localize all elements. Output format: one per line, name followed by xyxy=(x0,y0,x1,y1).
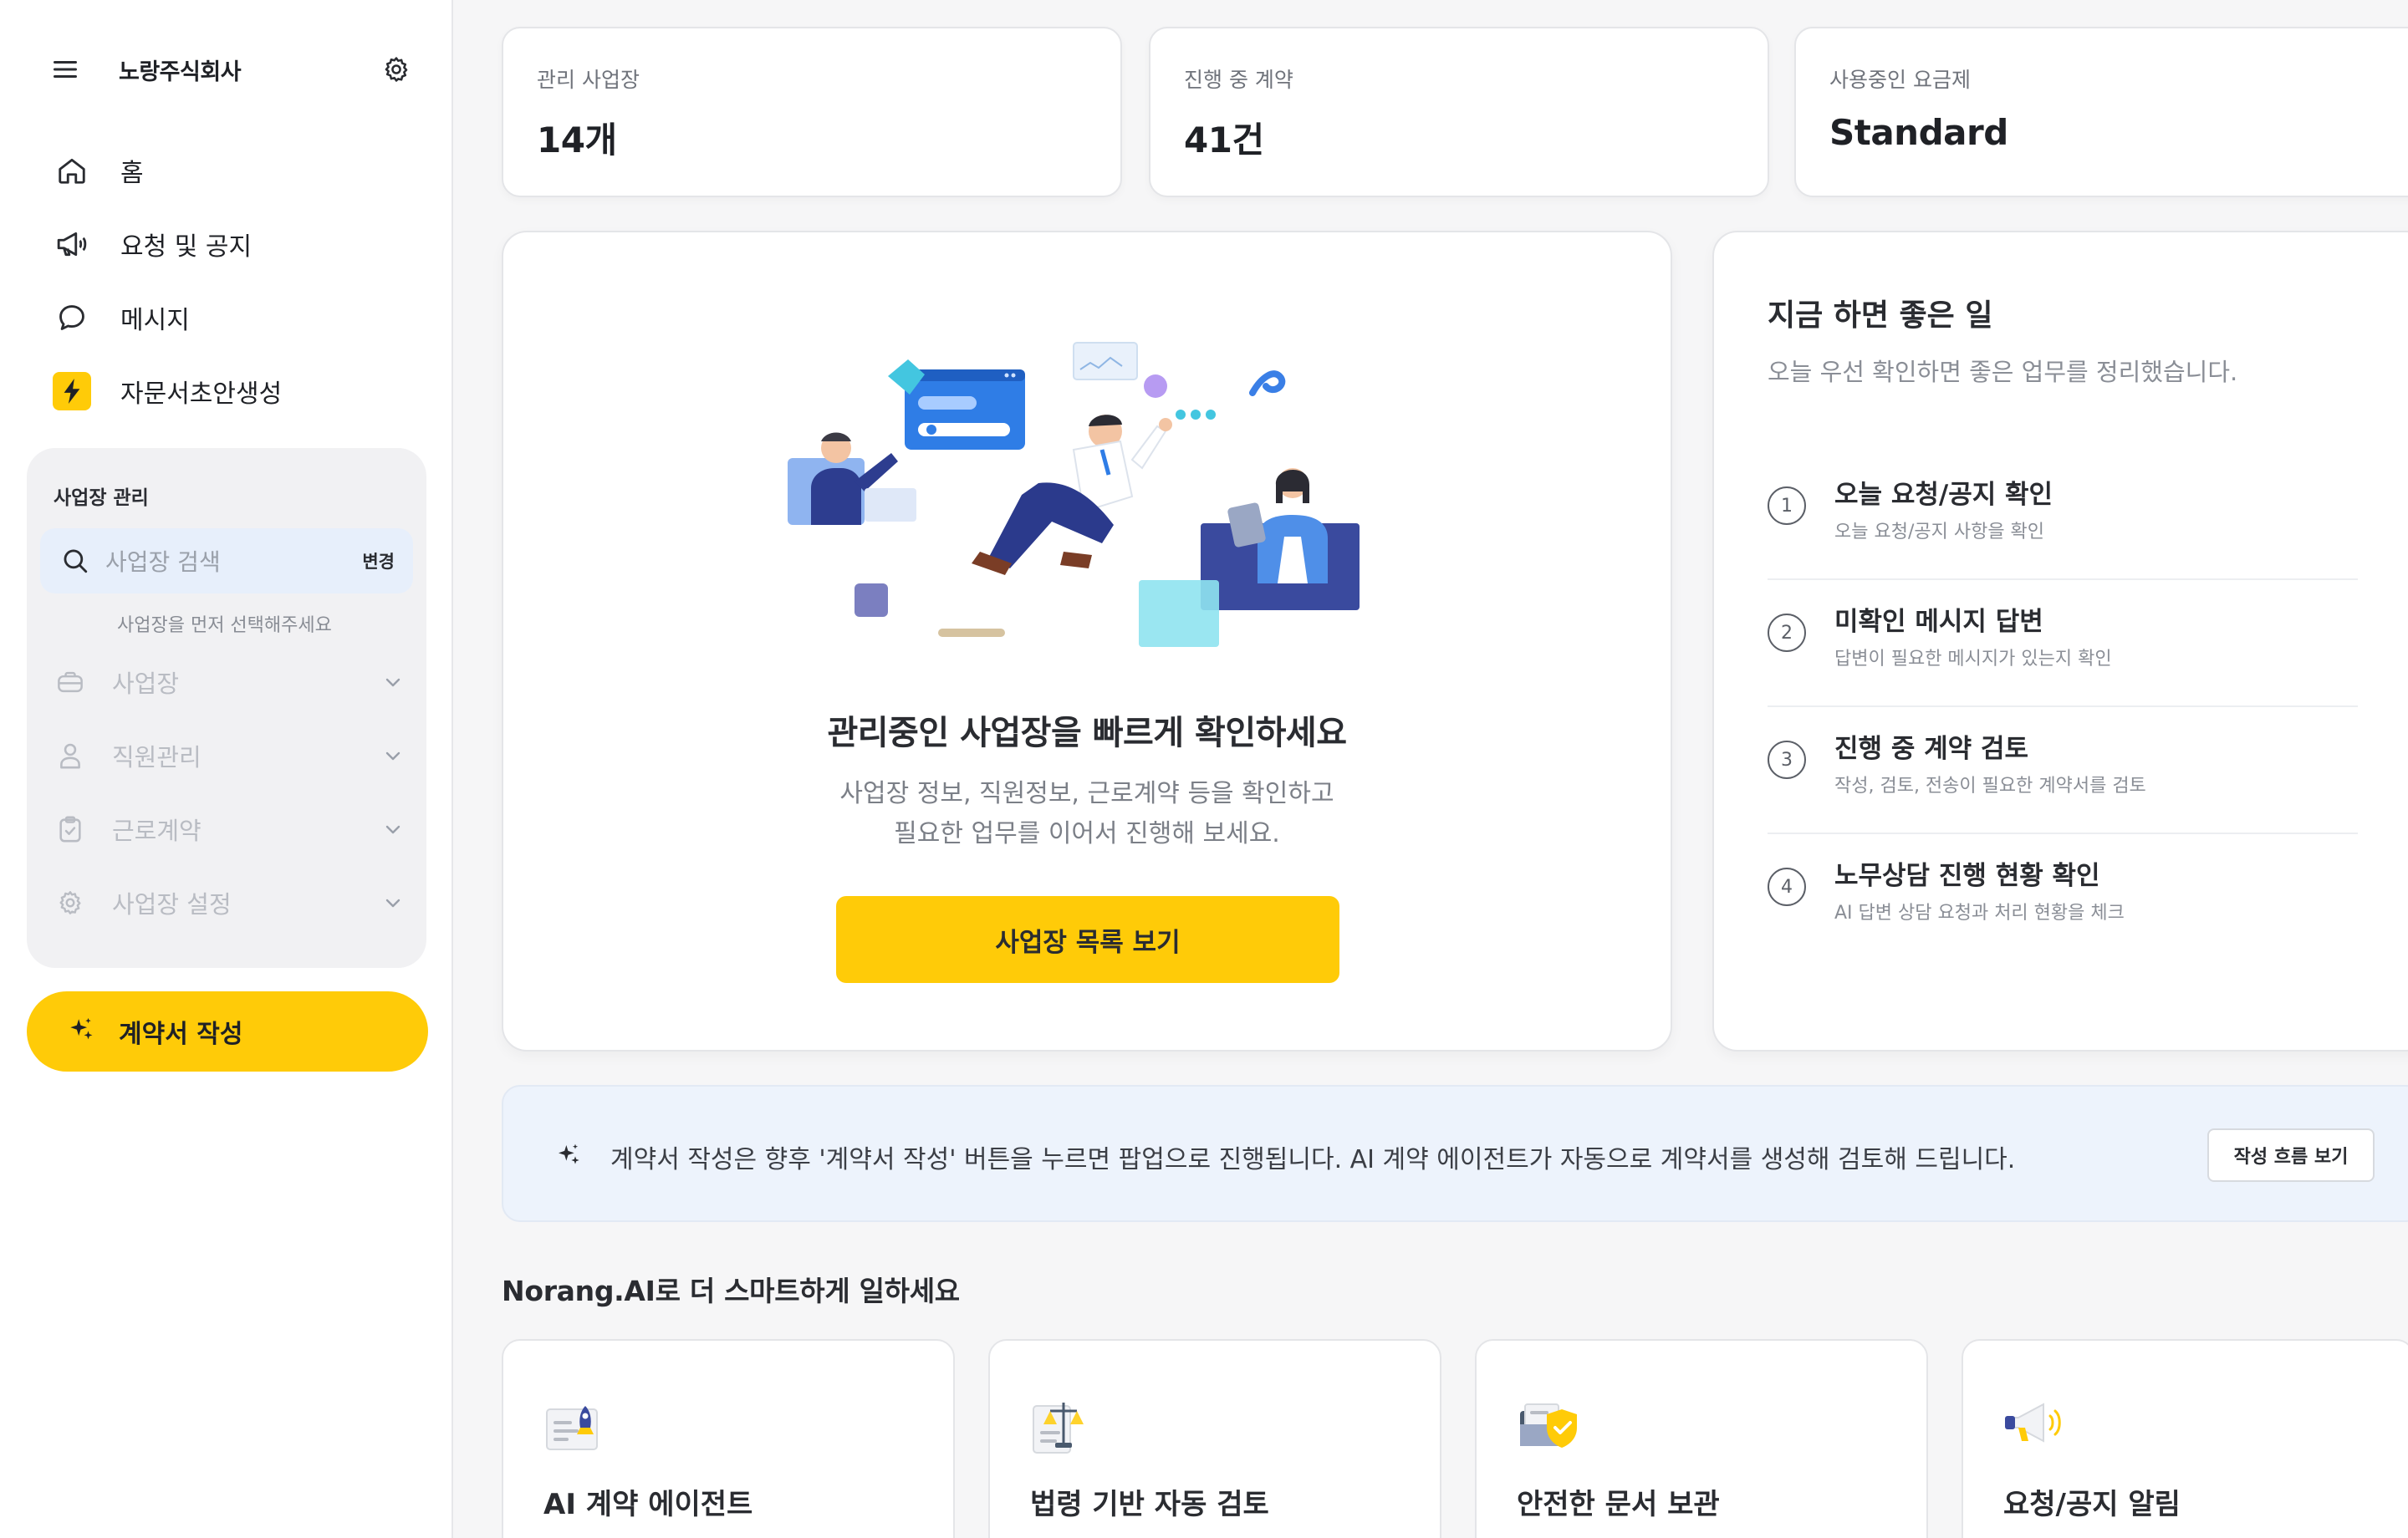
hero-subtitle: 사업장 정보, 직원정보, 근로계약 등을 확인하고 필요한 업무를 이어서 진… xyxy=(503,774,1671,854)
sparkle-icon xyxy=(67,1016,95,1047)
feature-title: AI 계약 에이전트 xyxy=(543,1488,753,1521)
sparkle-icon xyxy=(552,1138,585,1172)
view-writing-flow-button[interactable]: 작성 흐름 보기 xyxy=(2207,1128,2375,1182)
workspace-search-input[interactable]: 사업장 검색 xyxy=(105,544,221,578)
workspace-item-label: 직원관리 xyxy=(112,743,202,772)
todo-item[interactable]: 2 미확인 메시지 답변 답변이 필요한 메시지가 있는지 확인 xyxy=(1768,580,2358,707)
todo-item-title: 노무상담 진행 현황 확인 xyxy=(1834,861,2100,891)
nav-label: 요청 및 공지 xyxy=(120,232,253,262)
stat-card-plan: 사용중인 요금제 Standard xyxy=(1794,27,2408,197)
hamburger-menu-icon[interactable] xyxy=(52,56,79,83)
todo-item-desc: 답변이 필요한 메시지가 있는지 확인 xyxy=(1834,649,2112,670)
settings-gear-icon[interactable] xyxy=(381,54,411,84)
workspace-item-contracts[interactable]: 근로계약 xyxy=(54,804,405,854)
megaphone-icon xyxy=(2005,1403,2061,1443)
nav-label: 홈 xyxy=(120,159,144,188)
todo-number-badge: 1 xyxy=(1768,486,1806,525)
workspace-management-panel: 사업장 관리 사업장 검색 변경 사업장을 먼저 선택해주세요 사업장 직원관리 xyxy=(27,448,426,968)
chevron-down-icon xyxy=(381,891,405,914)
workspace-hint: 사업장을 먼저 선택해주세요 xyxy=(117,615,332,636)
chevron-down-icon xyxy=(381,744,405,767)
todo-number-badge: 4 xyxy=(1768,868,1806,906)
main-nav: 홈 요청 및 공지 메시지 자문서초안생성 xyxy=(52,134,420,428)
todo-item-desc: AI 답변 상담 요청과 처리 현황을 체크 xyxy=(1834,903,2125,924)
stat-label: 사용중인 요금제 xyxy=(1829,68,1971,92)
stat-card-contracts: 진행 중 계약 41건 xyxy=(1149,27,1769,197)
workspace-search[interactable]: 사업장 검색 변경 xyxy=(40,528,413,593)
todo-number-badge: 3 xyxy=(1768,741,1806,779)
ai-notice-banner: 계약서 작성은 향후 '계약서 작성' 버튼을 누르면 팝업으로 진행됩니다. … xyxy=(502,1085,2408,1222)
workspace-panel-title: 사업장 관리 xyxy=(54,487,149,509)
features-section-title: Norang.AI로 더 스마트하게 일하세요 xyxy=(502,1275,960,1307)
todo-item[interactable]: 4 노무상담 진행 현황 확인 AI 답변 상담 요청과 처리 현황을 체크 xyxy=(1768,834,2358,961)
todo-item[interactable]: 1 오늘 요청/공지 확인 오늘 요청/공지 사항을 확인 xyxy=(1768,453,2358,580)
write-contract-button[interactable]: 계약서 작성 xyxy=(27,991,428,1072)
stat-card-workspaces: 관리 사업장 14개 xyxy=(502,27,1122,197)
home-icon xyxy=(52,150,92,191)
workspace-item-employees[interactable]: 직원관리 xyxy=(54,731,405,781)
hero-card: 관리중인 사업장을 빠르게 확인하세요 사업장 정보, 직원정보, 근로계약 등… xyxy=(502,231,1672,1052)
stat-value: 14개 xyxy=(537,120,617,160)
clipboard-check-icon xyxy=(54,812,87,846)
sidebar: 노랑주식회사 홈 요청 및 공지 메시지 자문서초안생성 사업장 관리 사업장 … xyxy=(0,0,453,1538)
feature-card-ai-agent[interactable]: AI 계약 에이전트 xyxy=(502,1339,955,1538)
write-contract-label: 계약서 작성 xyxy=(119,1020,243,1049)
stat-value: 41건 xyxy=(1184,120,1264,160)
hero-subtitle-line: 사업장 정보, 직원정보, 근로계약 등을 확인하고 xyxy=(839,779,1334,808)
sidebar-header: 노랑주식회사 xyxy=(52,48,411,90)
folder-shield-icon xyxy=(1520,1403,1577,1448)
todo-item-title: 진행 중 계약 검토 xyxy=(1834,734,2029,764)
nav-item-draft-generation[interactable]: 자문서초안생성 xyxy=(52,354,420,428)
company-name: 노랑주식회사 xyxy=(119,59,242,85)
workspace-item-label: 사업장 설정 xyxy=(112,890,232,919)
nav-item-home[interactable]: 홈 xyxy=(52,134,420,207)
scale-icon xyxy=(1033,1403,1084,1454)
hero-title: 관리중인 사업장을 빠르게 확인하세요 xyxy=(827,714,1347,752)
gear-icon xyxy=(54,886,87,919)
document-rocket-icon xyxy=(546,1406,598,1450)
megaphone-icon xyxy=(52,224,92,264)
todo-item[interactable]: 3 진행 중 계약 검토 작성, 검토, 전송이 필요한 계약서를 검토 xyxy=(1768,707,2358,834)
view-writing-flow-label: 작성 흐름 보기 xyxy=(2233,1147,2349,1168)
todo-title: 지금 하면 좋은 일 xyxy=(1768,298,1993,333)
notice-text: 계약서 작성은 향후 '계약서 작성' 버튼을 누르면 팝업으로 진행됩니다. … xyxy=(610,1145,2016,1174)
todo-item-title: 오늘 요청/공지 확인 xyxy=(1834,480,2053,510)
workspace-item-label: 근로계약 xyxy=(112,817,202,845)
chat-icon xyxy=(52,298,92,338)
stat-value: Standard xyxy=(1829,112,2008,153)
workspace-item-settings[interactable]: 사업장 설정 xyxy=(54,878,405,928)
search-icon xyxy=(59,544,92,578)
feature-title: 법령 기반 자동 검토 xyxy=(1030,1488,1269,1521)
todo-number-badge: 2 xyxy=(1768,614,1806,652)
todo-item-title: 미확인 메시지 답변 xyxy=(1834,607,2043,637)
briefcase-icon xyxy=(54,665,87,699)
nav-label: 메시지 xyxy=(120,306,190,335)
nav-item-messages[interactable]: 메시지 xyxy=(52,281,420,354)
change-workspace-button[interactable]: 변경 xyxy=(362,548,395,573)
todo-item-desc: 오늘 요청/공지 사항을 확인 xyxy=(1834,522,2045,542)
todo-card: 지금 하면 좋은 일 오늘 우선 확인하면 좋은 업무를 정리했습니다. 1 오… xyxy=(1712,231,2408,1052)
lightning-icon xyxy=(53,372,91,410)
feature-card-notifications[interactable]: 요청/공지 알림 xyxy=(1962,1339,2408,1538)
workspace-item-business[interactable]: 사업장 xyxy=(54,657,405,707)
feature-title: 안전한 문서 보관 xyxy=(1517,1488,1720,1521)
view-workspace-list-button[interactable]: 사업장 목록 보기 xyxy=(836,896,1339,983)
person-icon xyxy=(54,739,87,772)
stat-label: 관리 사업장 xyxy=(537,68,640,92)
workspace-item-label: 사업장 xyxy=(112,670,180,698)
view-workspace-list-label: 사업장 목록 보기 xyxy=(995,927,1181,958)
hero-subtitle-line: 필요한 업무를 이어서 진행해 보세요. xyxy=(894,819,1280,848)
stat-label: 진행 중 계약 xyxy=(1184,68,1293,92)
nav-label: 자문서초안생성 xyxy=(120,379,283,409)
feature-title: 요청/공지 알림 xyxy=(2003,1488,2181,1521)
chevron-down-icon xyxy=(381,817,405,841)
feature-card-secure-storage[interactable]: 안전한 문서 보관 xyxy=(1475,1339,1928,1538)
todo-item-desc: 작성, 검토, 전송이 필요한 계약서를 검토 xyxy=(1834,776,2146,797)
chevron-down-icon xyxy=(381,670,405,694)
lightning-icon-wrap xyxy=(52,371,92,411)
nav-item-requests[interactable]: 요청 및 공지 xyxy=(52,207,420,281)
business-people-illustration xyxy=(788,342,1360,647)
todo-subtitle: 오늘 우선 확인하면 좋은 업무를 정리했습니다. xyxy=(1768,358,2238,386)
feature-card-auto-review[interactable]: 법령 기반 자동 검토 xyxy=(988,1339,1441,1538)
